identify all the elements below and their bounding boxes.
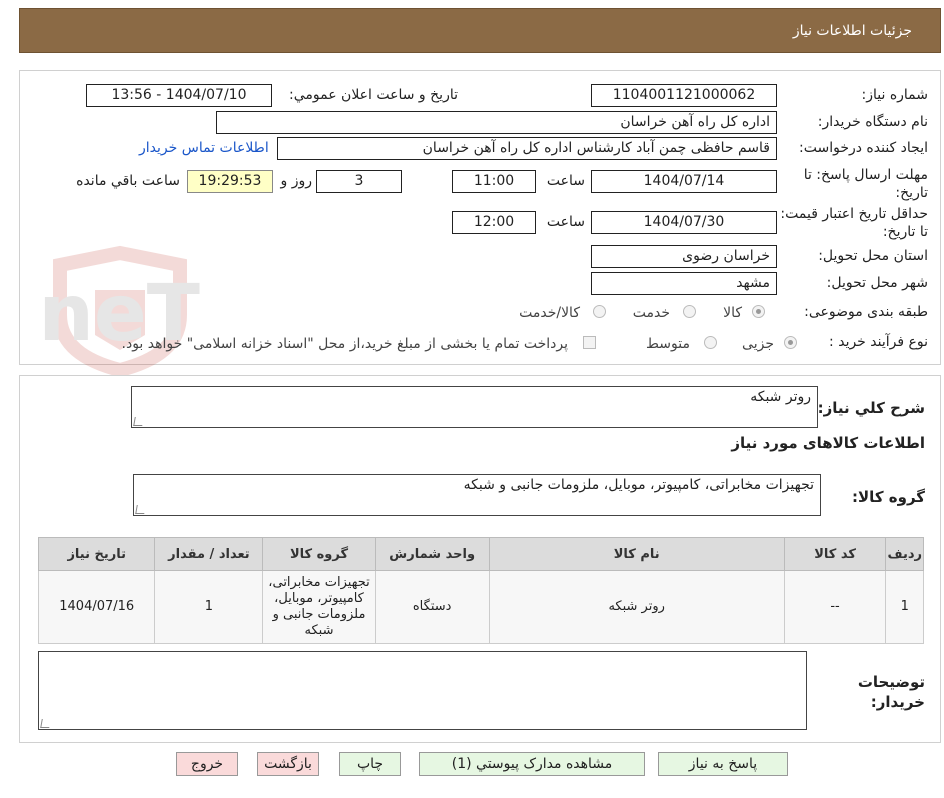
attachments-button[interactable]: مشاهده مدارک پیوستي (1): [419, 752, 645, 776]
cell-unit: دستگاه: [374, 570, 490, 644]
goods-group-field[interactable]: تجهیزات مخابراتی، کامپیوتر، موبایل، ملزو…: [133, 474, 821, 516]
cell-row-number: 1: [885, 570, 924, 644]
print-button[interactable]: چاپ: [339, 752, 401, 776]
requester-label: ایجاد کننده درخواست:: [799, 140, 928, 156]
table-row: 1 -- روتر شبکه دستگاه تجهیزات مخابراتی، …: [37, 570, 924, 644]
buyer-org-label: نام دستگاه خریدار:: [817, 114, 928, 130]
buyer-contact-link[interactable]: اطلاعات تماس خریدار: [139, 140, 269, 156]
col-header-name: نام کالا: [488, 537, 785, 571]
announce-label: تاریخ و ساعت اعلان عمومي:: [289, 87, 458, 103]
category-option-goods: کالا: [723, 305, 742, 321]
category-radio-service[interactable]: [683, 305, 696, 318]
col-header-unit: واحد شمارش: [374, 537, 490, 571]
province-label: استان محل تحویل:: [818, 248, 928, 264]
cell-name: روتر شبکه: [488, 570, 785, 644]
goods-info-title: اطلاعات کالاهای مورد نیاز: [731, 434, 925, 452]
need-number-label: شماره نیاز:: [861, 87, 929, 103]
process-radio-minor[interactable]: [784, 336, 797, 349]
validity-label: حداقل تاریخ اعتبار قیمت: تا تاریخ:: [780, 206, 928, 240]
goods-table: ردیف کد کالا نام کالا واحد شمارش گروه کا…: [37, 537, 924, 644]
cell-code: --: [783, 570, 887, 644]
province-field[interactable]: خراسان رضوی: [591, 245, 777, 268]
process-label: نوع فرآیند خرید :: [829, 334, 928, 350]
general-description-field[interactable]: روتر شبکه: [131, 386, 818, 428]
days-field[interactable]: 3: [316, 170, 402, 193]
days-label: روز و: [280, 173, 313, 189]
category-label: طبقه بندی موضوعی:: [804, 304, 928, 320]
process-option-medium: متوسط: [646, 336, 690, 352]
resize-grip-icon[interactable]: [135, 505, 146, 514]
city-field[interactable]: مشهد: [591, 272, 777, 295]
city-label: شهر محل تحویل:: [826, 275, 928, 291]
reply-button[interactable]: پاسخ به نیاز: [658, 752, 788, 776]
validity-time-label: ساعت: [546, 214, 585, 230]
goods-group-text: تجهیزات مخابراتی، کامپیوتر، موبایل، ملزو…: [463, 477, 814, 493]
col-header-code: کد کالا: [783, 537, 887, 571]
category-option-service: خدمت: [632, 305, 670, 321]
page-title: جزئیات اطلاعات نیاز: [792, 23, 912, 39]
deadline-label: مهلت ارسال پاسخ: تا تاریخ:: [803, 167, 928, 201]
remaining-time-field: 19:29:53: [187, 170, 273, 193]
page-header: جزئیات اطلاعات نیاز: [19, 8, 941, 53]
treasury-payment-note: پرداخت تمام یا بخشی از مبلغ خرید،از محل …: [121, 336, 568, 352]
cell-qty: 1: [154, 570, 264, 644]
cell-date: 1404/07/16: [37, 570, 156, 644]
deadline-time-field[interactable]: 11:00: [452, 170, 536, 193]
deadline-date-field[interactable]: 1404/07/14: [591, 170, 777, 193]
remaining-label: ساعت باقي مانده: [76, 173, 180, 189]
general-description-text: روتر شبکه: [750, 389, 811, 405]
category-radio-both[interactable]: [593, 305, 606, 318]
deadline-time-label: ساعت: [546, 173, 585, 189]
treasury-payment-checkbox[interactable]: [583, 336, 596, 349]
resize-grip-icon[interactable]: [40, 719, 51, 728]
process-radio-medium[interactable]: [704, 336, 717, 349]
exit-button[interactable]: خروج: [176, 752, 238, 776]
back-button[interactable]: بازگشت: [257, 752, 319, 776]
resize-grip-icon[interactable]: [133, 417, 144, 426]
category-radio-goods[interactable]: [752, 305, 765, 318]
validity-time-field[interactable]: 12:00: [452, 211, 536, 234]
announce-field[interactable]: 1404/07/10 - 13:56: [86, 84, 272, 107]
requester-field[interactable]: قاسم حافظی چمن آباد کارشناس اداره کل راه…: [277, 137, 777, 160]
col-header-date: تاریخ نیاز: [37, 537, 156, 571]
col-header-row-number: ردیف: [885, 537, 924, 571]
goods-group-label: گروه کالا:: [852, 488, 925, 506]
col-header-qty: تعداد / مقدار: [154, 537, 264, 571]
buyer-org-field[interactable]: اداره کل راه آهن خراسان: [216, 111, 777, 134]
validity-date-field[interactable]: 1404/07/30: [591, 211, 777, 234]
col-header-group: گروه کالا: [262, 537, 376, 571]
buyer-notes-label: توضیحات خریدار:: [857, 673, 925, 711]
need-number-field[interactable]: 1104001121000062: [591, 84, 777, 107]
category-option-both: کالا/خدمت: [519, 305, 580, 321]
buyer-notes-field[interactable]: [38, 651, 807, 730]
table-header-row: ردیف کد کالا نام کالا واحد شمارش گروه کا…: [37, 537, 924, 571]
cell-group: تجهیزات مخابراتی، کامپیوتر، موبایل، ملزو…: [262, 570, 376, 644]
general-description-label: شرح كلي نياز:: [817, 399, 925, 417]
process-option-minor: جزیی: [742, 336, 774, 352]
